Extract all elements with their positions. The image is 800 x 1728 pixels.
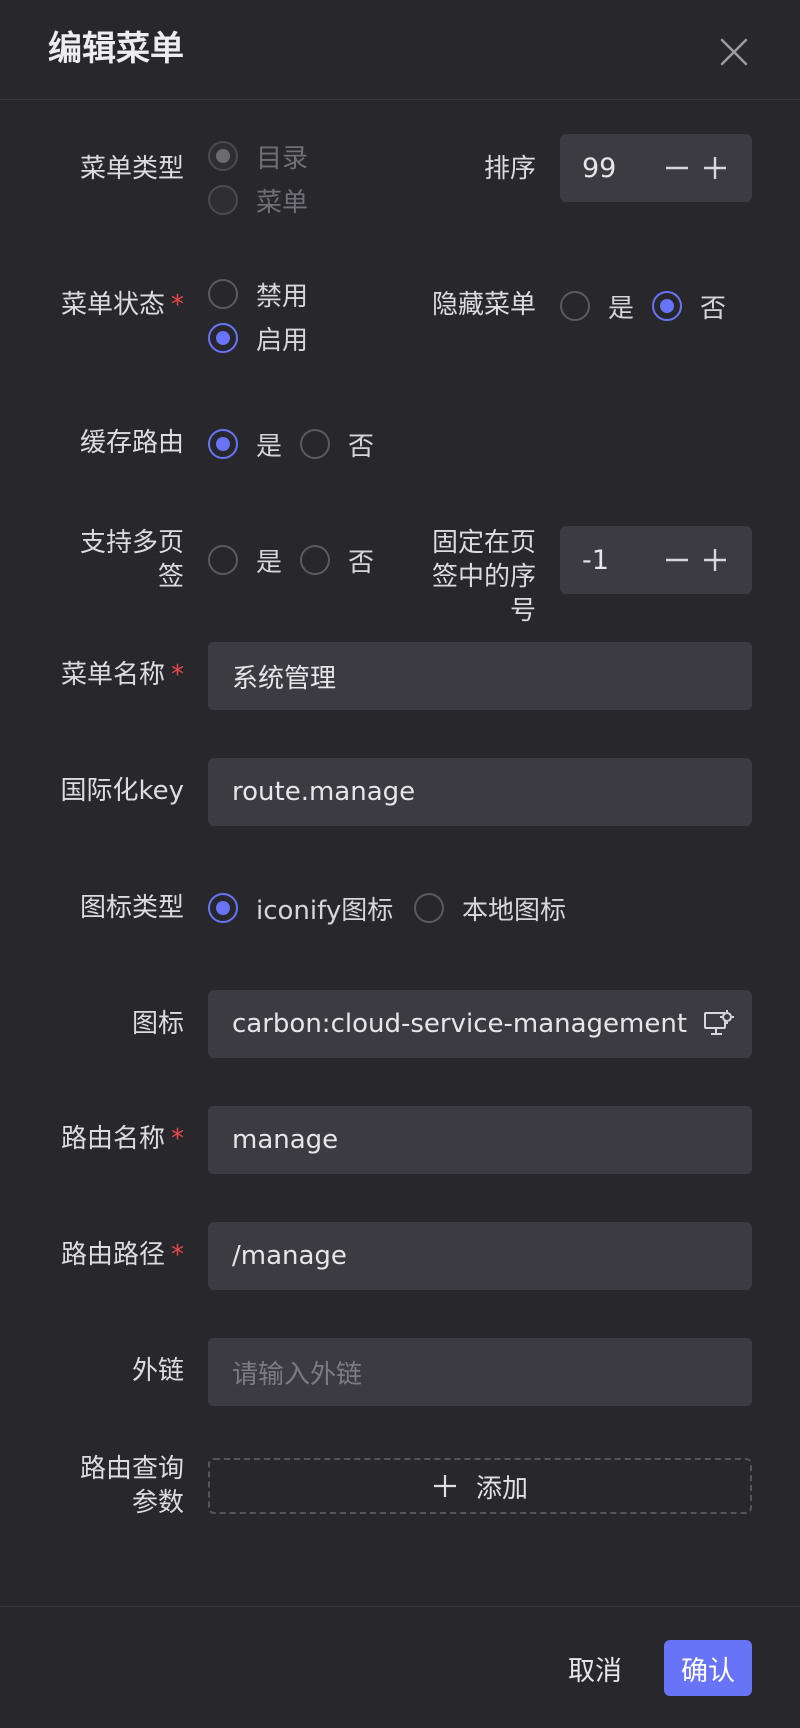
- order-number-input[interactable]: 99: [560, 134, 752, 202]
- radio-indicator: [652, 291, 682, 321]
- fixed-index-number-input[interactable]: -1: [560, 526, 752, 594]
- cache-route-option-no[interactable]: 否: [300, 424, 374, 464]
- cache-route-option-yes[interactable]: 是: [208, 424, 282, 464]
- route-name-input[interactable]: manage: [208, 1106, 752, 1174]
- cache-route-label: 缓存路由: [79, 428, 184, 458]
- radio-indicator: [208, 323, 238, 353]
- hide-menu-option-yes[interactable]: 是: [560, 286, 634, 326]
- radio-indicator: [208, 545, 238, 575]
- radio-indicator: [300, 429, 330, 459]
- menu-type-option-menu: 菜单: [208, 180, 308, 220]
- menu-type-label: 菜单类型: [79, 154, 184, 184]
- order-label: 排序: [483, 154, 536, 184]
- radio-indicator: [208, 429, 238, 459]
- fixed-index-label: 固定在页 签中的序 号: [431, 528, 536, 626]
- plus-icon[interactable]: [700, 545, 730, 575]
- multi-tab-option-no[interactable]: 否: [300, 540, 374, 580]
- i18n-key-label: 国际化key: [60, 776, 184, 806]
- menu-status-option-disabled[interactable]: 禁用: [208, 274, 308, 314]
- add-query-param-button[interactable]: 添加: [208, 1458, 752, 1514]
- radio-indicator: [208, 279, 238, 309]
- external-link-placeholder: 请输入外链: [232, 1359, 363, 1390]
- minus-icon[interactable]: [662, 545, 692, 575]
- menu-name-label: 菜单名称 *: [60, 660, 184, 690]
- radio-indicator: [300, 545, 330, 575]
- order-value[interactable]: 99: [582, 153, 654, 184]
- external-link-input[interactable]: 请输入外链: [208, 1338, 752, 1406]
- route-path-label: 路由路径 *: [60, 1240, 184, 1270]
- icon-type-option-local[interactable]: 本地图标: [414, 888, 566, 928]
- multi-tab-label: 支持多页 签: [79, 528, 184, 592]
- icon-type-label: 图标类型: [79, 893, 184, 923]
- route-path-input[interactable]: /manage: [208, 1222, 752, 1290]
- route-name-label: 路由名称 *: [60, 1124, 184, 1154]
- icon-label: 图标: [131, 1009, 184, 1039]
- confirm-button[interactable]: 确认: [664, 1640, 752, 1696]
- cloud-service-management-icon[interactable]: [702, 1007, 736, 1041]
- radio-indicator: [208, 141, 238, 171]
- radio-indicator: [208, 893, 238, 923]
- i18n-key-input[interactable]: route.manage: [208, 758, 752, 826]
- radio-indicator: [560, 291, 590, 321]
- dialog-title: 编辑菜单: [48, 29, 184, 69]
- cancel-button[interactable]: 取消: [556, 1640, 634, 1696]
- multi-tab-option-yes[interactable]: 是: [208, 540, 282, 580]
- menu-name-input[interactable]: 系统管理: [208, 642, 752, 710]
- radio-indicator: [414, 893, 444, 923]
- hide-menu-label: 隐藏菜单: [431, 290, 536, 320]
- route-query-label: 路由查询 参数: [79, 1454, 184, 1518]
- hide-menu-option-no[interactable]: 否: [652, 286, 726, 326]
- dialog-header: 编辑菜单: [0, 0, 800, 100]
- radio-indicator: [208, 185, 238, 215]
- menu-status-label: 菜单状态 *: [60, 290, 184, 320]
- plus-icon: [433, 1475, 456, 1497]
- icon-input[interactable]: carbon:cloud-service-management: [208, 990, 752, 1058]
- icon-type-option-iconify[interactable]: iconify图标: [208, 888, 393, 928]
- minus-icon[interactable]: [662, 153, 692, 183]
- external-link-label: 外链: [131, 1356, 184, 1386]
- close-icon[interactable]: [714, 32, 754, 72]
- menu-type-option-directory: 目录: [208, 136, 308, 176]
- fixed-index-value[interactable]: -1: [582, 545, 654, 576]
- plus-icon[interactable]: [700, 153, 730, 183]
- menu-status-option-enabled[interactable]: 启用: [208, 318, 308, 358]
